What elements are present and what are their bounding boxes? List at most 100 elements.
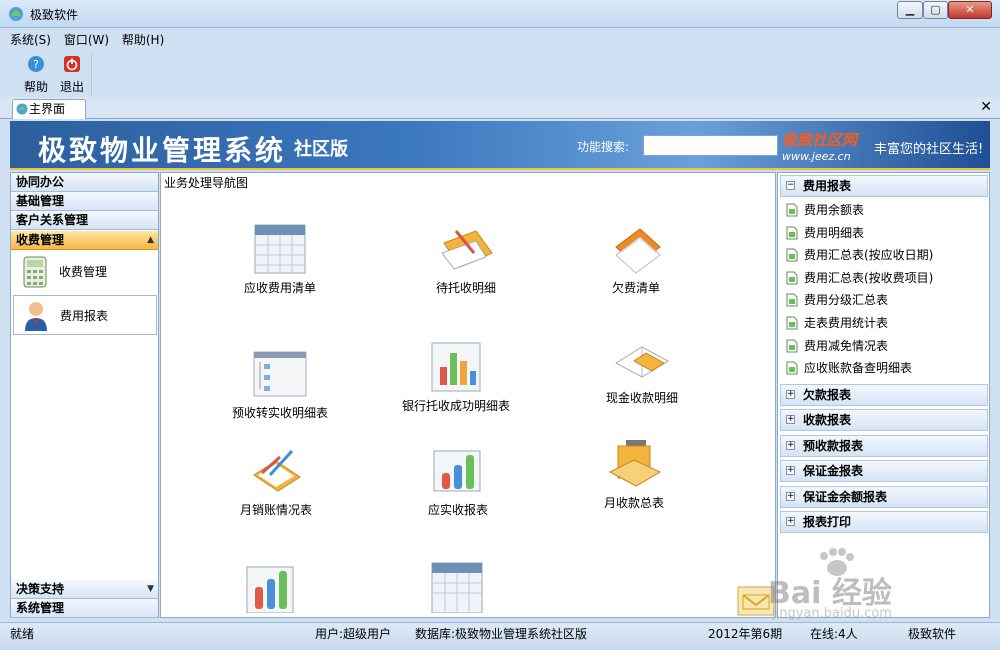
papers-icon — [615, 228, 661, 274]
group-decision-support[interactable]: 决策支持 ▼ — [11, 580, 158, 599]
report-group[interactable]: + 保证金报表 — [780, 460, 988, 483]
status-brand: 极致软件 — [908, 627, 957, 641]
nav-prepaid-transfer[interactable]: 预收转实收明细表 — [205, 348, 355, 421]
nav-monthly-summary-label: 月收款总表 — [603, 496, 664, 510]
report-item[interactable]: 应收账款备查明细表 — [784, 357, 912, 379]
report-item-label: 费用减免情况表 — [804, 338, 889, 353]
report-item[interactable]: 费用汇总表(按应收日期) — [784, 244, 933, 266]
nav-cash-receipts[interactable]: 现金收款明细 — [567, 333, 717, 406]
menu-window[interactable]: 窗口(W) — [64, 31, 109, 48]
report-item-label: 费用明细表 — [804, 225, 865, 240]
nav-bank-collection[interactable]: 银行托收成功明细表 — [381, 341, 531, 414]
expand-icon[interactable]: + — [786, 491, 795, 501]
nav-actual-receivable[interactable]: 应实收报表 — [383, 445, 533, 518]
report-group-fee-label: 费用报表 — [803, 179, 852, 193]
toolbar: ? 帮助 退出 — [10, 52, 92, 96]
report-item[interactable]: 费用减免情况表 — [784, 335, 888, 357]
chart-icon[interactable] — [241, 561, 301, 613]
status-database: 数据库:极致物业管理系统社区版 — [415, 627, 588, 641]
report-doc-icon — [786, 361, 798, 375]
function-search-input[interactable] — [643, 135, 778, 156]
expand-icon[interactable]: + — [786, 415, 795, 425]
nav-receivable-list[interactable]: 应收费用清单 — [205, 223, 355, 296]
collapse-up-icon[interactable]: ▲ — [147, 231, 154, 249]
expand-icon[interactable]: + — [786, 517, 795, 526]
nav-item-billing[interactable]: 收费管理 — [13, 252, 157, 292]
report-group[interactable]: + 报表打印 — [780, 511, 988, 533]
open-book-icon — [614, 346, 670, 378]
search-label: 功能搜索: — [577, 140, 630, 154]
group-decision-label: 决策支持 — [16, 582, 65, 596]
report-item-label: 应收账款备查明细表 — [804, 361, 913, 376]
window-title: 极致软件 — [30, 8, 79, 22]
collapse-icon[interactable]: − — [786, 181, 795, 190]
menu-help[interactable]: 帮助(H) — [122, 31, 164, 48]
help-button[interactable]: ? 帮助 — [20, 55, 52, 94]
status-period: 2012年第6期 — [708, 627, 783, 641]
close-window-button[interactable]: ✕ — [948, 1, 992, 19]
report-group-fee[interactable]: − 费用报表 — [780, 175, 988, 197]
minimize-button[interactable]: ▁ — [897, 1, 923, 19]
baidu-watermark: Bai 经验 jingyan.baidu.com — [768, 548, 950, 622]
nav-monthly-writeoff[interactable]: 月销账情况表 — [201, 445, 351, 518]
header-banner: 极致物业管理系统 社区版 功能搜索: 极致社区网 www.jeez.cn 丰富您… — [10, 121, 990, 170]
group-system-management[interactable]: 系统管理 — [11, 599, 158, 618]
cylinder-chart-icon — [433, 450, 481, 492]
group-customer-relations[interactable]: 客户关系管理 — [11, 211, 158, 230]
report-item[interactable]: 费用明细表 — [784, 222, 864, 244]
report-item[interactable]: 费用汇总表(按收费项目) — [784, 267, 933, 289]
tab-main-label: 主界面 — [29, 102, 66, 116]
tab-bar: 主界面 ✕ — [0, 97, 1000, 119]
group-collaborative-office[interactable]: 协同办公 — [11, 173, 158, 192]
group-billing-management[interactable]: 收费管理 ▲ — [11, 231, 158, 250]
slogan: 丰富您的社区生活! — [874, 142, 984, 157]
nav-pending-collection[interactable]: 待托收明细 — [391, 223, 541, 296]
nav-monthly-summary[interactable]: 月收款总表 — [559, 438, 709, 511]
maximize-button[interactable]: ▢ — [923, 1, 948, 19]
menu-bar: 系统(S) 窗口(W) 帮助(H) — [10, 31, 173, 49]
exit-button[interactable]: 退出 — [56, 55, 88, 94]
title-bar: 极致软件 ▁ ▢ ✕ — [0, 0, 1000, 28]
tab-main[interactable]: 主界面 — [12, 99, 86, 119]
report-group[interactable]: + 欠款报表 — [780, 384, 988, 406]
tree-doc-icon — [253, 351, 307, 397]
expand-down-icon[interactable]: ▼ — [147, 580, 154, 598]
community-logo: 极致社区网 www.jeez.cn — [782, 129, 868, 163]
report-item[interactable]: 费用余额表 — [784, 199, 864, 221]
report-group-label: 保证金报表 — [803, 464, 864, 479]
logo-main-text: 极致社区网 — [782, 131, 858, 149]
menu-system[interactable]: 系统(S) — [10, 31, 51, 48]
user-icon — [25, 302, 47, 331]
help-label: 帮助 — [23, 80, 48, 94]
watermark-url: jingyan.baidu.com — [772, 606, 892, 621]
calendar-icon[interactable] — [427, 561, 487, 613]
nav-item-fee-reports[interactable]: 费用报表 — [13, 295, 157, 335]
nav-cash-receipts-label: 现金收款明细 — [605, 391, 678, 405]
group-billing-label: 收费管理 — [16, 233, 65, 247]
nav-pending-collection-label: 待托收明细 — [435, 281, 496, 295]
close-tab-icon[interactable]: ✕ — [980, 99, 992, 115]
report-group-label: 欠款报表 — [803, 388, 852, 402]
report-group[interactable]: + 保证金余额报表 — [780, 485, 988, 508]
system-title: 极致物业管理系统 — [38, 134, 287, 167]
report-item[interactable]: 费用分级汇总表 — [784, 289, 888, 311]
report-item[interactable]: 走表费用统计表 — [784, 312, 888, 334]
group-basic-management[interactable]: 基础管理 — [11, 192, 158, 211]
nav-item-billing-label: 收费管理 — [59, 265, 108, 279]
bar-chart-icon — [431, 342, 481, 392]
calculator-icon — [23, 256, 47, 288]
expand-icon[interactable]: + — [786, 440, 795, 450]
report-doc-icon — [786, 316, 798, 330]
expand-icon[interactable]: + — [786, 390, 795, 399]
report-doc-icon — [786, 248, 798, 262]
report-group[interactable]: + 收款报表 — [780, 409, 988, 432]
nav-arrears-list[interactable]: 欠费清单 — [561, 223, 711, 296]
report-group[interactable]: + 预收款报表 — [780, 434, 988, 457]
nav-receivable-list-label: 应收费用清单 — [243, 281, 316, 295]
logo-url-text: www.jeez.cn — [782, 150, 851, 163]
status-online: 在线:4人 — [810, 627, 858, 641]
nav-bank-collection-label: 银行托收成功明细表 — [401, 399, 510, 413]
left-nav-panel: 协同办公 基础管理 客户关系管理 收费管理 ▲ 收费管理 费用报表 决策支持 ▼… — [10, 172, 159, 618]
expand-icon[interactable]: + — [786, 466, 795, 476]
clipboard-pencil-icon — [253, 449, 301, 492]
